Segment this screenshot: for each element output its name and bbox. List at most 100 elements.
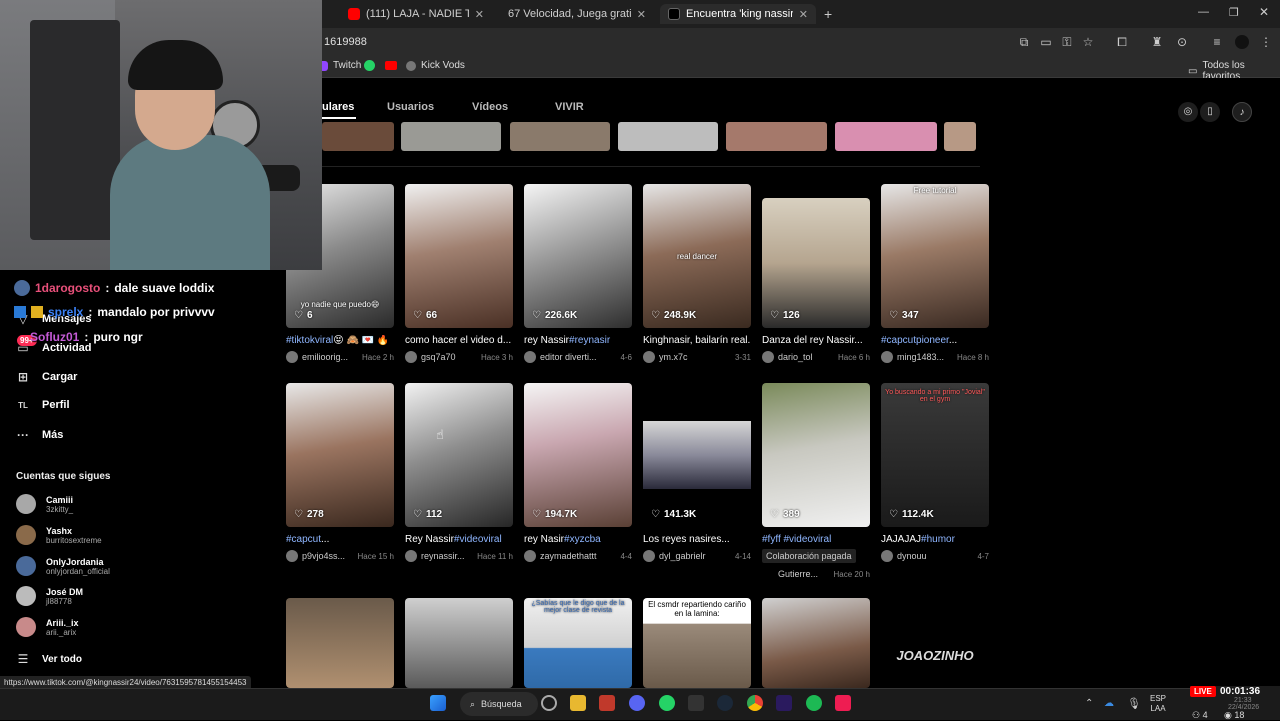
following-item[interactable]: OnlyJordania onlyjordan_official [16,556,110,576]
chevron-up-icon[interactable]: ⌃ [1085,698,1093,709]
extension-icon[interactable]: ♜ [1150,35,1164,49]
video-card[interactable]: JOAOZINHO [881,598,989,688]
new-tab-icon[interactable]: + [824,6,832,22]
strip-thumbnail[interactable] [835,122,937,151]
video-caption[interactable]: Kinghnasir, bailarín real... [643,335,751,346]
following-item[interactable]: José DM jl88778 [16,586,83,606]
video-thumbnail[interactable] [405,598,513,688]
video-thumbnail[interactable]: ♡ 226.6K [524,184,632,328]
video-card[interactable]: ♡ 194.7K rey Nasir#xyzcba zaymadethattt 4-… [524,383,632,562]
video-caption[interactable]: rey Nasir#xyzcba [524,534,632,545]
widgets-icon[interactable] [541,695,557,711]
bookmark-twitch[interactable]: Twitch [318,60,361,71]
video-thumbnail[interactable]: ♡ 389 [762,383,870,527]
whatsapp-icon[interactable] [659,695,675,711]
video-card[interactable]: Yo buscando a mi primo "Jovial" en el gy… [881,383,989,562]
video-thumbnail[interactable]: ♡ 112 [405,383,513,527]
video-card[interactable]: ♡ 226.6K rey Nassir#reynasir editor diver… [524,184,632,363]
video-thumbnail[interactable]: JOAOZINHO [881,598,989,688]
youtube-icon[interactable] [385,61,397,70]
language-indicator[interactable]: ESP LAA [1150,694,1166,714]
strip-thumbnail[interactable] [510,122,610,151]
tiktok-app-icon[interactable]: ♪ [1232,102,1252,122]
video-card[interactable] [405,598,513,688]
video-thumbnail[interactable] [762,598,870,688]
video-card[interactable]: ♡ 126 Danza del rey Nassir... dario_tol Ha… [762,198,870,363]
video-caption[interactable]: #tiktokviral😝 🙈 💌 🔥 [286,335,394,346]
whatsapp-icon[interactable] [364,60,375,71]
close-icon[interactable]: ✕ [475,8,484,21]
following-item[interactable]: Yashx burritosextreme [16,525,102,545]
video-card[interactable]: ♡ 141.3K Los reyes nasires... dyl_gabriel… [643,383,751,562]
strip-thumbnail[interactable] [618,122,718,151]
video-thumbnail[interactable]: ¿Sabías que le digo que de la mejor clas… [524,598,632,688]
video-caption[interactable]: #fyff #videoviral [762,534,870,545]
video-card[interactable]: real dancer ♡ 248.9K Kinghnasir, bailarín… [643,184,751,363]
bookmark-star-icon[interactable]: ☆ [1081,35,1095,49]
tab-videos[interactable]: Vídeos [472,101,508,113]
extensions-icon[interactable]: ⧠ [1115,35,1129,49]
video-caption[interactable]: #capcutpioneer... [881,335,989,346]
tab-youtube[interactable]: (111) LAJA - NADIE TA FRIO (Vi ✕ [340,4,492,24]
file-explorer-icon[interactable] [570,695,586,711]
close-icon[interactable]: ✕ [637,8,646,21]
steam-icon[interactable] [717,695,733,711]
strip-thumbnail[interactable] [944,122,976,151]
translate-icon[interactable]: ⧉ [1017,35,1031,49]
video-card[interactable]: ♡ 112 Rey Nassir#videoviral reynassir... H… [405,383,513,562]
video-thumbnail[interactable]: real dancer ♡ 248.9K [643,184,751,328]
strip-thumbnail[interactable] [322,122,394,151]
strip-thumbnail[interactable] [726,122,827,151]
cast-icon[interactable]: ▭ [1039,35,1053,49]
profile-sync-icon[interactable]: ⊙ [1175,35,1189,49]
compass-icon[interactable]: ◎ [1178,102,1198,122]
video-card[interactable] [762,598,870,688]
url-field[interactable]: 1619988 [324,36,367,48]
video-caption[interactable]: Los reyes nasires... [643,534,751,545]
tab-live[interactable]: VIVIR [555,101,584,113]
sidebar-item-more[interactable]: ··· Más [16,428,63,442]
microphone-icon[interactable]: 🎙 [1127,697,1141,710]
video-card[interactable]: El csmdr repartiendo cariño en la lamina… [643,598,751,688]
video-card[interactable]: ♡ 278 #capcut... p9vjo4ss... Hace 15 h [286,383,394,562]
video-thumbnail[interactable]: ♡ 66 [405,184,513,328]
tab-tiktok[interactable]: Encuentra 'king nassir' en TikTo ✕ [660,4,816,24]
video-thumbnail[interactable]: ♡ 194.7K [524,383,632,527]
video-caption[interactable]: #capcut... [286,534,394,545]
minimize-icon[interactable]: — [1198,6,1209,18]
video-thumbnail[interactable]: El csmdr repartiendo cariño en la lamina… [643,598,751,688]
video-caption[interactable]: Danza del rey Nassir... [762,335,870,346]
video-card[interactable]: Free tutorial ♡ 347 #capcutpioneer... min… [881,184,989,363]
close-window-icon[interactable]: ✕ [1259,5,1269,19]
following-item[interactable]: Ariii._ix arii._arix [16,617,79,637]
video-card[interactable] [286,598,394,688]
video-thumbnail[interactable]: ♡ 126 [762,198,870,328]
video-card[interactable]: ¿Sabías que le digo que de la mejor clas… [524,598,632,688]
strip-thumbnail[interactable] [401,122,501,151]
video-caption[interactable]: como hacer el video d... [405,335,513,346]
video-caption[interactable]: Rey Nassir#videoviral [405,534,513,545]
video-caption[interactable]: JAJAJAJ#humor [881,534,989,545]
video-card[interactable]: ♡ 66 como hacer el video d... gsq7a70 Hace… [405,184,513,363]
chrome-icon[interactable] [747,695,763,711]
tab-users[interactable]: Usuarios [387,101,434,113]
tiktok-icon[interactable] [835,695,851,711]
key-icon[interactable]: ⚿ [1060,35,1074,49]
sidebar-item-upload[interactable]: ⊞ Cargar [16,370,78,384]
menu-kebab-icon[interactable]: ⋮ [1259,35,1273,49]
tab-top[interactable]: ulares [322,101,354,113]
sidebar-item-profile[interactable]: TL Perfil [16,399,69,411]
app-icon[interactable] [599,695,615,711]
bookmark-kick-vods[interactable]: Kick Vods [406,60,465,71]
video-thumbnail[interactable]: ♡ 278 [286,383,394,527]
windows-start-icon[interactable] [430,695,446,711]
video-thumbnail[interactable]: Free tutorial ♡ 347 [881,184,989,328]
video-caption[interactable]: rey Nassir#reynasir [524,335,632,346]
avatar[interactable] [1235,35,1249,49]
phone-icon[interactable]: ▯ [1200,102,1220,122]
onedrive-icon[interactable]: ☁ [1104,698,1114,709]
maximize-icon[interactable]: ❐ [1229,6,1239,19]
video-thumbnail[interactable]: Yo buscando a mi primo "Jovial" en el gy… [881,383,989,527]
video-thumbnail[interactable]: ♡ 141.3K [643,383,751,527]
video-card[interactable]: ♡ 389 #fyff #videoviral Colaboración paga… [762,383,870,579]
